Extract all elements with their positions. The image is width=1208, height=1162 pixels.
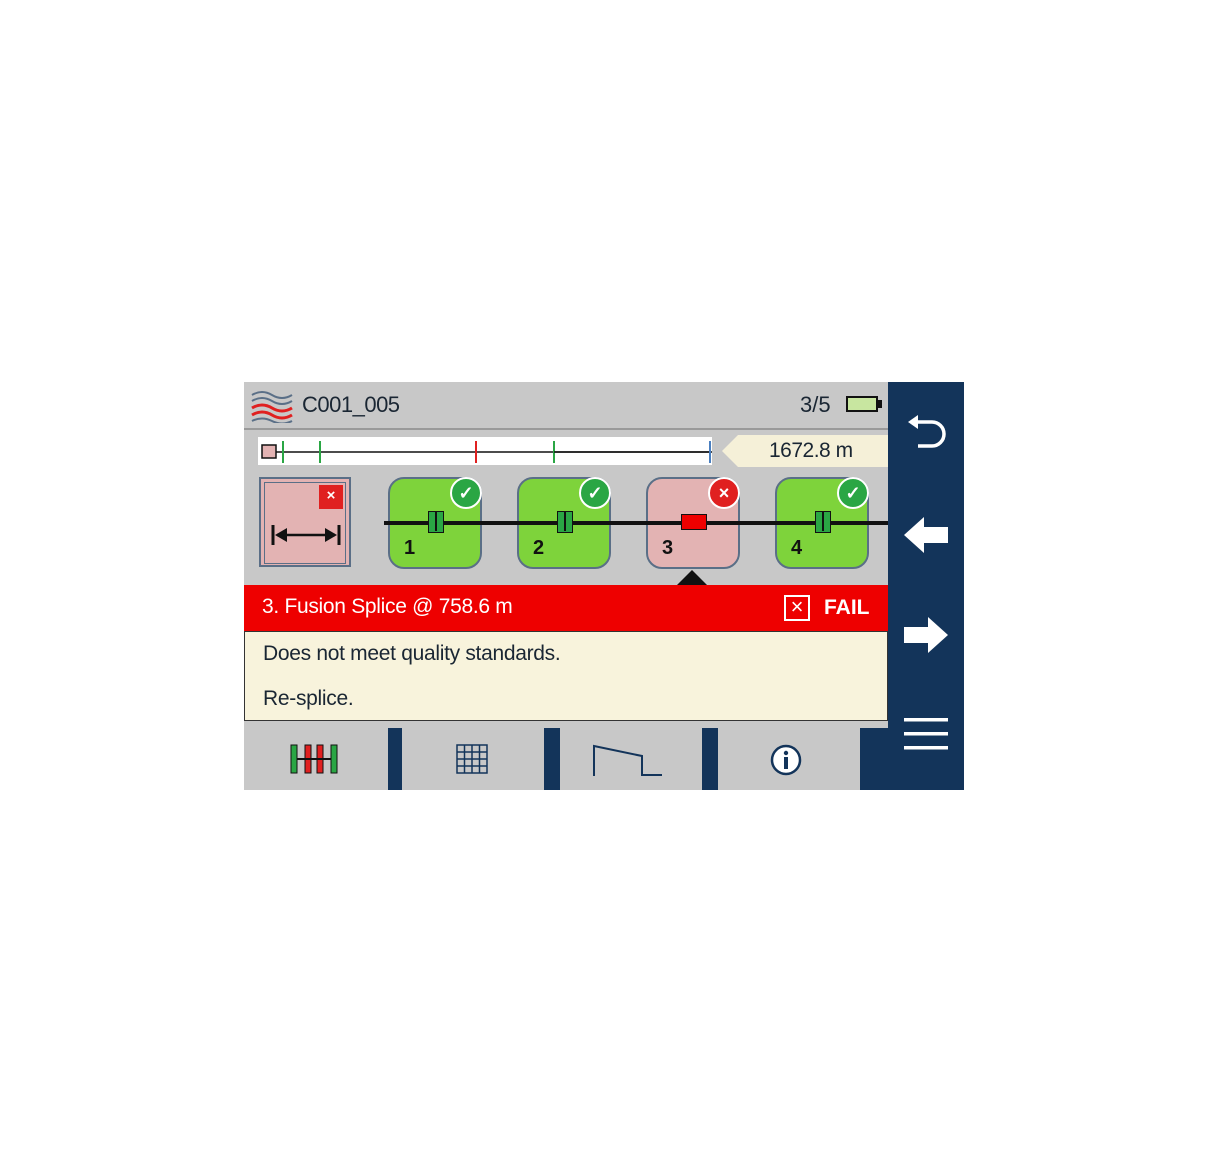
fail-box-icon: × [784,595,810,621]
undo-button[interactable] [888,400,964,470]
fail-label: FAIL [824,596,870,619]
event-number: 4 [791,537,803,559]
event-detail-title: 3. Fusion Splice @ 758.6 m [262,595,513,618]
trace-icon [593,744,662,776]
next-button[interactable] [888,600,964,670]
header-bar: C001_005 3/5 [244,382,888,430]
event-card-3[interactable]: 3 × [644,477,742,569]
otdr-screen: C001_005 3/5 1672.8 m × 1 ✓ 2 ✓ 3 × 4 ✓ … [244,382,964,790]
fail-x-icon: × [319,485,343,509]
distance-value: 1672.8 m [769,439,853,462]
menu-button[interactable] [888,700,964,770]
tab-link-map[interactable] [244,728,388,790]
table-icon [456,744,488,774]
event-number: 2 [533,537,545,559]
span-card[interactable]: × [259,477,351,567]
event-count: 3/5 [800,392,831,417]
splice-icon [428,511,444,533]
undo-icon [908,415,946,448]
battery-tip [878,400,882,408]
fail-x-icon: × [708,477,740,509]
menu-icon [904,718,948,750]
event-detail-body: Does not meet quality standards. Re-spli… [244,631,888,721]
pass-check-icon: ✓ [450,477,482,509]
splice-icon [815,511,831,533]
event-strip: × 1 ✓ 2 ✓ 3 × 4 ✓ [244,472,888,586]
splice-fail-icon [681,514,707,530]
info-icon [770,744,802,776]
detail-message: Does not meet quality standards. [263,642,561,665]
splice-icon [557,511,573,533]
event-card-2[interactable]: 2 ✓ [515,477,613,569]
fiber-waves-icon [251,391,293,423]
file-name: C001_005 [302,392,400,417]
arrow-left-icon [904,517,948,553]
previous-button[interactable] [888,500,964,570]
main-panel: C001_005 3/5 1672.8 m × 1 ✓ 2 ✓ 3 × 4 ✓ … [244,382,888,790]
arrow-right-icon [904,617,948,653]
detail-action: Re-splice. [263,687,354,710]
link-map-icon [290,744,338,774]
pass-check-icon: ✓ [837,477,869,509]
event-number: 3 [662,537,674,559]
trace-tail [554,441,711,463]
tab-trace[interactable] [560,728,702,790]
tab-bar [244,728,888,790]
length-arrow-icon [271,525,341,545]
battery-icon [846,396,878,412]
selection-pointer-icon [676,570,708,586]
event-card-4[interactable]: 4 ✓ [773,477,871,569]
pass-check-icon: ✓ [579,477,611,509]
event-card-1[interactable]: 1 ✓ [386,477,484,569]
tab-info[interactable] [718,728,860,790]
tab-table[interactable] [402,728,544,790]
event-detail-header: 3. Fusion Splice @ 758.6 m × FAIL [244,585,888,631]
event-number: 1 [404,537,416,559]
nav-sidebar [888,382,964,790]
